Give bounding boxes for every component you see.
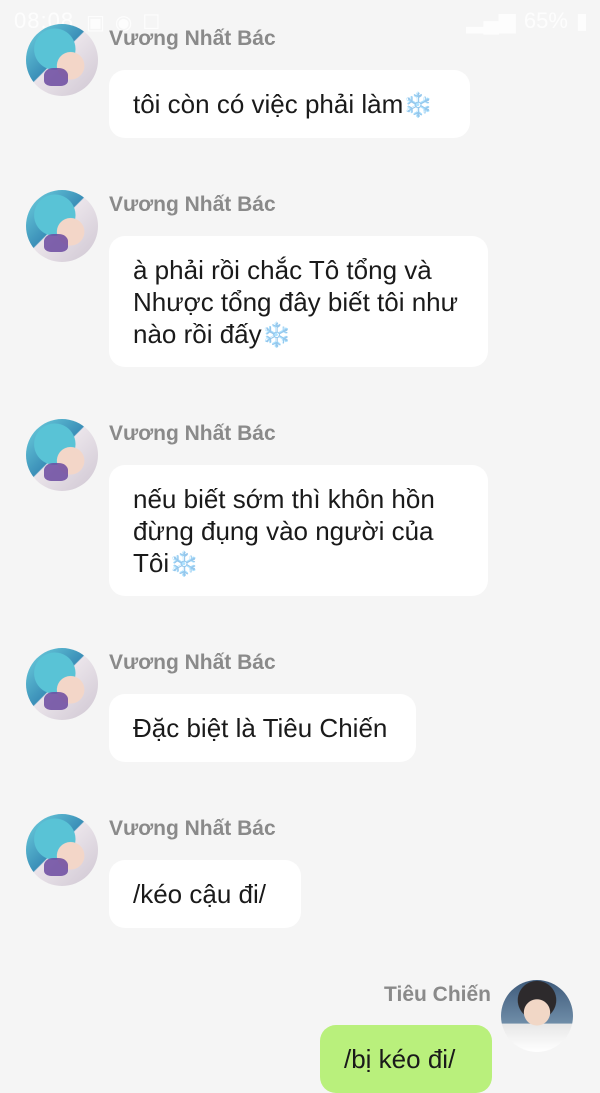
message-text: /kéo cậu đi/ (133, 879, 266, 909)
snowflake-icon: ❄️ (403, 92, 434, 119)
status-bar: 08:08 ▣ ◉ ☐ ▂▄▆ 65% ▮ (0, 0, 600, 40)
message-bubble[interactable]: à phải rồi chắc Tô tổng và Nhược tổng đâ… (109, 236, 488, 367)
battery-level: 65% (523, 8, 568, 33)
sender-name: Vương Nhất Bác (109, 422, 276, 445)
message-bubble[interactable]: Đặc biệt là Tiêu Chiến (109, 694, 416, 762)
notification-image-icon: ▣ (86, 12, 105, 34)
avatar[interactable] (26, 814, 98, 886)
message-text-line: nếu biết sớm thì khôn hồn (133, 484, 435, 514)
battery-icon: ▮ (575, 8, 588, 33)
message-text-line: đừng đụng vào người của (133, 516, 434, 546)
sender-name: Vương Nhất Bác (109, 817, 276, 840)
message-bubble[interactable]: nếu biết sớm thì khôn hồn đừng đụng vào … (109, 465, 488, 596)
avatar[interactable] (26, 648, 98, 720)
message-text-line: Nhược tổng đây biết tôi như (133, 287, 459, 317)
message-text-line: Tôi (133, 548, 170, 578)
message-text: Đặc biệt là Tiêu Chiến (133, 713, 388, 743)
message-text: /bị kéo đi/ (344, 1044, 456, 1074)
message-text-line: à phải rồi chắc Tô tổng và (133, 255, 432, 285)
avatar[interactable] (26, 190, 98, 262)
avatar[interactable] (26, 24, 98, 96)
sender-name: Tiêu Chiến (384, 983, 491, 1006)
message-text: tôi còn có việc phải làm (133, 89, 404, 119)
message-bubble[interactable]: /bị kéo đi/ (320, 1025, 492, 1093)
avatar[interactable] (26, 419, 98, 491)
snowflake-icon: ❄️ (261, 322, 292, 349)
snowflake-icon: ❄️ (169, 551, 200, 578)
sender-name: Vương Nhất Bác (109, 27, 276, 50)
sender-name: Vương Nhất Bác (109, 193, 276, 216)
message-bubble[interactable]: /kéo cậu đi/ (109, 860, 301, 928)
sender-name: Vương Nhất Bác (109, 651, 276, 674)
signal-icon: ▂▄▆ (466, 8, 516, 33)
message-text-line: nào rồi đấy (133, 319, 262, 349)
avatar[interactable] (501, 980, 573, 1052)
message-bubble[interactable]: tôi còn có việc phải làm❄️ (109, 70, 470, 138)
